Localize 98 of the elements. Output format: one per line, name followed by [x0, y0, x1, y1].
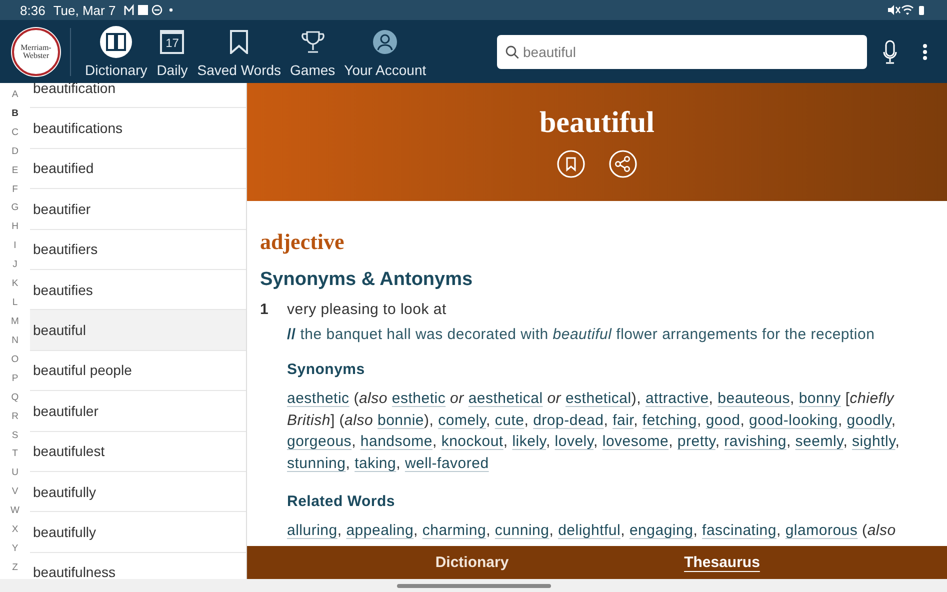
word-link[interactable]: alluring: [287, 522, 338, 539]
word-link[interactable]: beauteous: [718, 390, 790, 407]
nav-tab[interactable]: 17 Daily: [152, 26, 192, 78]
word-link[interactable]: lovesome: [602, 433, 669, 450]
nav-tab[interactable]: Games: [286, 26, 340, 78]
bookmark-icon[interactable]: [557, 150, 585, 178]
index-letter[interactable]: N: [12, 334, 18, 346]
index-letter[interactable]: J: [12, 259, 18, 270]
section-title: Synonyms & Antonyms: [260, 269, 474, 291]
index-letter[interactable]: H: [12, 221, 18, 232]
index-letter[interactable]: Y: [12, 543, 18, 554]
index-letter[interactable]: U: [12, 467, 18, 478]
word-link[interactable]: attractive: [645, 390, 709, 407]
sense-number: 1: [260, 301, 270, 320]
word-link[interactable]: charming: [422, 522, 486, 539]
logo[interactable]: Merriam- Webster: [12, 28, 60, 76]
index-letter[interactable]: S: [12, 430, 18, 441]
more-options-icon[interactable]: [923, 44, 927, 60]
nav-tab[interactable]: Dictionary: [81, 26, 152, 78]
index-letter[interactable]: K: [12, 278, 18, 290]
word-link[interactable]: aesthetical: [468, 390, 543, 407]
index-letter[interactable]: D: [12, 146, 18, 157]
calendar-icon: 17: [160, 30, 184, 54]
word-link[interactable]: taking: [354, 455, 396, 472]
word-link[interactable]: goodly: [846, 412, 892, 429]
group-title: Related Words: [287, 492, 396, 510]
status-date: Tue, Mar 7: [53, 2, 116, 18]
word-link[interactable]: glamorous: [785, 522, 858, 539]
word-link[interactable]: drop-dead: [533, 412, 604, 429]
index-letter[interactable]: C: [12, 126, 18, 138]
index-letter[interactable]: G: [11, 202, 19, 214]
index-letter[interactable]: T: [12, 448, 18, 460]
word-list-paragraph: aesthetic (also esthetic or aesthetical or esthetical), attractive, beauteous, bonny [chiefly British] (also bonnie), comely, cute, drop-dead, fair, fetching, good, good-looking, goodly, gorgeous, handsome, knockout, likely, lovely, lovesome, pretty, ravishing, seemly, sightly, stunning, taking, well-favored: [287, 389, 901, 474]
word-link[interactable]: seemly: [795, 433, 844, 450]
word-link[interactable]: fascinating: [702, 522, 776, 539]
word-link[interactable]: fetching: [642, 412, 697, 429]
word-link[interactable]: aesthetic: [287, 390, 350, 407]
word-link[interactable]: pretty: [677, 433, 716, 450]
word-list-item[interactable]: beautiful: [30, 310, 246, 351]
word-link[interactable]: bonny: [798, 390, 841, 407]
index-letter[interactable]: F: [12, 184, 18, 195]
part-of-speech: adjective: [260, 229, 346, 255]
word-link[interactable]: fair: [612, 412, 634, 429]
index-letter[interactable]: E: [12, 164, 18, 176]
index-letter[interactable]: P: [12, 372, 18, 384]
definition: very pleasing to look at: [287, 301, 448, 318]
word-link[interactable]: delightful: [558, 522, 621, 539]
index-letter[interactable]: W: [10, 505, 20, 516]
word-link[interactable]: likely: [512, 433, 546, 450]
headword: beautiful: [539, 106, 655, 140]
word-link[interactable]: comely: [438, 412, 486, 429]
word-link[interactable]: esthetical: [565, 390, 632, 407]
word-link[interactable]: lovely: [554, 433, 594, 450]
word-link[interactable]: stunning: [287, 455, 346, 472]
gesture-bar[interactable]: [396, 584, 550, 588]
account-icon: [373, 30, 398, 54]
word-link[interactable]: good-looking: [749, 412, 838, 429]
word-link[interactable]: handsome: [360, 433, 432, 450]
index-letter[interactable]: I: [14, 240, 16, 252]
word-link[interactable]: engaging: [629, 522, 694, 539]
word-link[interactable]: bonnie: [377, 412, 424, 429]
index-letter[interactable]: O: [11, 354, 19, 365]
example-mark: //: [287, 326, 296, 343]
index-letter[interactable]: Z: [12, 562, 18, 573]
word-link[interactable]: cunning: [494, 522, 550, 539]
system-status-icons: [887, 4, 927, 16]
index-letter[interactable]: R: [12, 410, 18, 422]
bottom-tab[interactable]: Thesaurus: [680, 546, 764, 579]
word-link[interactable]: good: [706, 412, 740, 429]
share-icon[interactable]: [609, 150, 637, 178]
word-link[interactable]: knockout: [441, 433, 504, 450]
nav-tab[interactable]: Your Account: [340, 26, 430, 78]
word-link[interactable]: appealing: [346, 522, 414, 539]
index-letter[interactable]: B: [12, 108, 18, 119]
microphone-icon[interactable]: [883, 40, 897, 64]
status-time: 8:36: [20, 2, 46, 18]
index-letter[interactable]: M: [11, 316, 19, 328]
index-letter[interactable]: A: [12, 88, 18, 100]
example-sentence: the banquet hall was decorated with beautiful flower arrangements for the reception: [300, 326, 875, 343]
word-list-paragraph: alluring, appealing, charming, cunning, delightful, engaging, fascinating, glamorous (also: [287, 520, 897, 541]
index-letter[interactable]: L: [12, 297, 18, 308]
index-letter[interactable]: X: [12, 524, 18, 536]
word-link[interactable]: sightly: [852, 433, 896, 450]
bottom-tab[interactable]: Dictionary: [431, 546, 513, 579]
group-title: Synonyms: [287, 361, 366, 378]
search-icon: [505, 44, 519, 58]
word-link[interactable]: esthetic: [392, 390, 446, 407]
word-link[interactable]: cute: [494, 412, 524, 429]
index-letter[interactable]: Q: [11, 392, 19, 403]
word-link[interactable]: well-favored: [404, 455, 489, 472]
trophy-icon: [300, 30, 325, 54]
book-icon: [105, 32, 128, 52]
word-link[interactable]: ravishing: [724, 433, 786, 450]
word-link[interactable]: gorgeous: [287, 433, 352, 450]
nav-tab[interactable]: Saved Words: [193, 26, 286, 78]
search-field[interactable]: beautiful: [497, 34, 867, 68]
index-letter[interactable]: V: [12, 486, 18, 498]
bookmark-icon: [230, 30, 248, 54]
